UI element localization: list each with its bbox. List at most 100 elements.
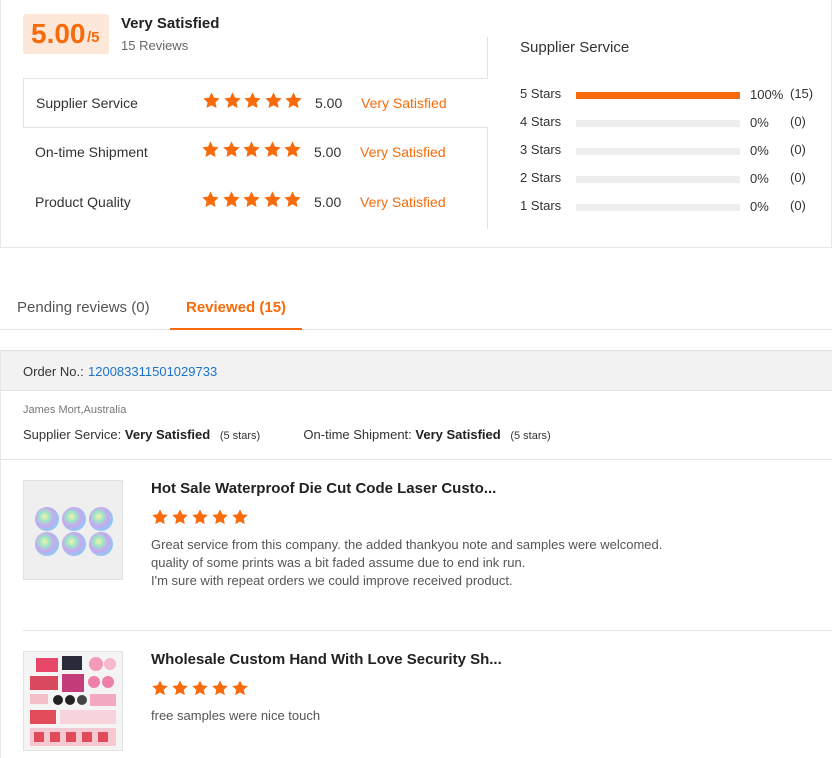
order-ratings: Supplier Service: Very Satisfied (5 star… bbox=[23, 427, 551, 442]
distribution-count: (0) bbox=[790, 198, 806, 213]
star-icon bbox=[264, 91, 283, 110]
distribution-bar bbox=[576, 92, 740, 99]
star-icon bbox=[263, 140, 282, 159]
supplier-service-label: Supplier Service: bbox=[23, 427, 122, 442]
distribution-count: (0) bbox=[790, 114, 806, 129]
distribution-bar bbox=[576, 120, 740, 127]
star-icon bbox=[263, 190, 282, 209]
overall-score-max: /5 bbox=[87, 29, 100, 46]
star-icon bbox=[151, 679, 169, 697]
tab-pending-reviews[interactable]: Pending reviews (0) bbox=[17, 299, 150, 316]
holographic-stickers-image bbox=[24, 481, 122, 579]
star-icon bbox=[242, 190, 261, 209]
supplier-service-value: Very Satisfied bbox=[124, 427, 211, 442]
rating-row-supplier-service[interactable]: Supplier Service 5.00 Very Satisfied bbox=[23, 78, 488, 128]
distribution-percent: 0% bbox=[750, 143, 769, 158]
star-icon bbox=[171, 508, 189, 526]
star-icon bbox=[222, 190, 241, 209]
review-count: 15 Reviews bbox=[121, 38, 189, 53]
active-tab-indicator bbox=[170, 328, 302, 330]
shipment-stars: (5 stars) bbox=[510, 430, 551, 442]
distribution-row-5: 5 Stars 100% (15) bbox=[520, 84, 820, 104]
star-icon bbox=[222, 140, 241, 159]
product-stars bbox=[151, 508, 251, 531]
distribution-percent: 100% bbox=[750, 87, 784, 102]
star-icon bbox=[191, 508, 209, 526]
star-icon bbox=[211, 508, 229, 526]
review-text: Great service from this company. the add… bbox=[151, 536, 662, 590]
distribution-label: 2 Stars bbox=[520, 170, 562, 185]
star-icon bbox=[223, 91, 242, 110]
rating-score: 5.00 bbox=[315, 95, 343, 111]
star-icon bbox=[151, 508, 169, 526]
distribution-count: (0) bbox=[790, 142, 806, 157]
review-line: free samples were nice touch bbox=[151, 708, 321, 723]
distribution-row-1: 1 Stars 0% (0) bbox=[520, 196, 820, 216]
distribution-label: 1 Stars bbox=[520, 198, 562, 213]
rating-label: On-time Shipment bbox=[35, 144, 148, 160]
order-number-link[interactable]: 120083311501029733 bbox=[88, 364, 217, 379]
product-title[interactable]: Wholesale Custom Hand With Love Security… bbox=[151, 651, 502, 668]
rating-summary-card: 5.00 /5 Very Satisfied 15 Reviews Suppli… bbox=[0, 0, 832, 248]
product-title[interactable]: Hot Sale Waterproof Die Cut Code Laser C… bbox=[151, 480, 496, 497]
star-icon bbox=[201, 190, 220, 209]
divider bbox=[23, 630, 832, 631]
order-review-block: Order No.: 120083311501029733 James Mort… bbox=[0, 350, 832, 758]
distribution-row-3: 3 Stars 0% (0) bbox=[520, 140, 820, 160]
overall-score: 5.00 bbox=[31, 18, 86, 49]
tab-reviewed[interactable]: Reviewed (15) bbox=[186, 299, 286, 316]
star-icon bbox=[242, 140, 261, 159]
rating-score: 5.00 bbox=[314, 144, 342, 160]
distribution-percent: 0% bbox=[750, 115, 769, 130]
review-line: Great service from this company. the add… bbox=[151, 537, 663, 552]
star-icon bbox=[211, 679, 229, 697]
distribution-label: 3 Stars bbox=[520, 142, 562, 157]
rating-row-on-time-shipment[interactable]: On-time Shipment 5.00 Very Satisfied bbox=[23, 128, 488, 178]
rating-label: Supplier Service bbox=[36, 95, 138, 111]
star-icon bbox=[171, 679, 189, 697]
rating-row-product-quality[interactable]: Product Quality 5.00 Very Satisfied bbox=[23, 178, 488, 228]
distribution-percent: 0% bbox=[750, 199, 769, 214]
review-line: I'm sure with repeat orders we could imp… bbox=[151, 573, 513, 588]
distribution-row-4: 4 Stars 0% (0) bbox=[520, 112, 820, 132]
distribution-bar-fill bbox=[576, 92, 740, 99]
order-number-label: Order No.: bbox=[23, 364, 84, 379]
review-line: quality of some prints was a bit faded a… bbox=[151, 555, 526, 570]
distribution-count: (0) bbox=[790, 170, 806, 185]
distribution-bar bbox=[576, 176, 740, 183]
product-thumbnail[interactable] bbox=[23, 651, 123, 751]
star-icon bbox=[202, 91, 221, 110]
star-icon bbox=[283, 190, 302, 209]
distribution-percent: 0% bbox=[750, 171, 769, 186]
column-divider bbox=[487, 37, 488, 78]
product-thumbnail[interactable] bbox=[23, 480, 123, 580]
distribution-bar bbox=[576, 148, 740, 155]
rating-stars bbox=[202, 91, 305, 113]
rating-score: 5.00 bbox=[314, 194, 342, 210]
rating-verdict: Very Satisfied bbox=[360, 144, 446, 160]
order-header: Order No.: 120083311501029733 bbox=[1, 350, 832, 391]
distribution-title: Supplier Service bbox=[520, 39, 630, 56]
star-icon bbox=[191, 679, 209, 697]
shipment-label: On-time Shipment: bbox=[303, 427, 412, 442]
distribution-label: 4 Stars bbox=[520, 114, 562, 129]
star-icon bbox=[201, 140, 220, 159]
overall-score-badge: 5.00 /5 bbox=[23, 14, 109, 54]
distribution-count: (15) bbox=[790, 86, 814, 101]
product-stars bbox=[151, 679, 251, 702]
star-icon bbox=[284, 91, 303, 110]
star-icon bbox=[231, 679, 249, 697]
divider bbox=[1, 459, 832, 460]
rating-verdict: Very Satisfied bbox=[360, 194, 446, 210]
star-icon bbox=[243, 91, 262, 110]
distribution-bar bbox=[576, 204, 740, 211]
shipment-value: Very Satisfied bbox=[415, 427, 501, 442]
rating-stars bbox=[201, 190, 304, 212]
rating-label: Product Quality bbox=[35, 194, 131, 210]
rating-verdict: Very Satisfied bbox=[361, 95, 447, 111]
rating-stars bbox=[201, 140, 304, 162]
reviewer-name: James Mort,Australia bbox=[23, 404, 127, 416]
overall-verdict: Very Satisfied bbox=[121, 15, 220, 32]
review-text: free samples were nice touch bbox=[151, 707, 320, 725]
distribution-label: 5 Stars bbox=[520, 86, 562, 101]
